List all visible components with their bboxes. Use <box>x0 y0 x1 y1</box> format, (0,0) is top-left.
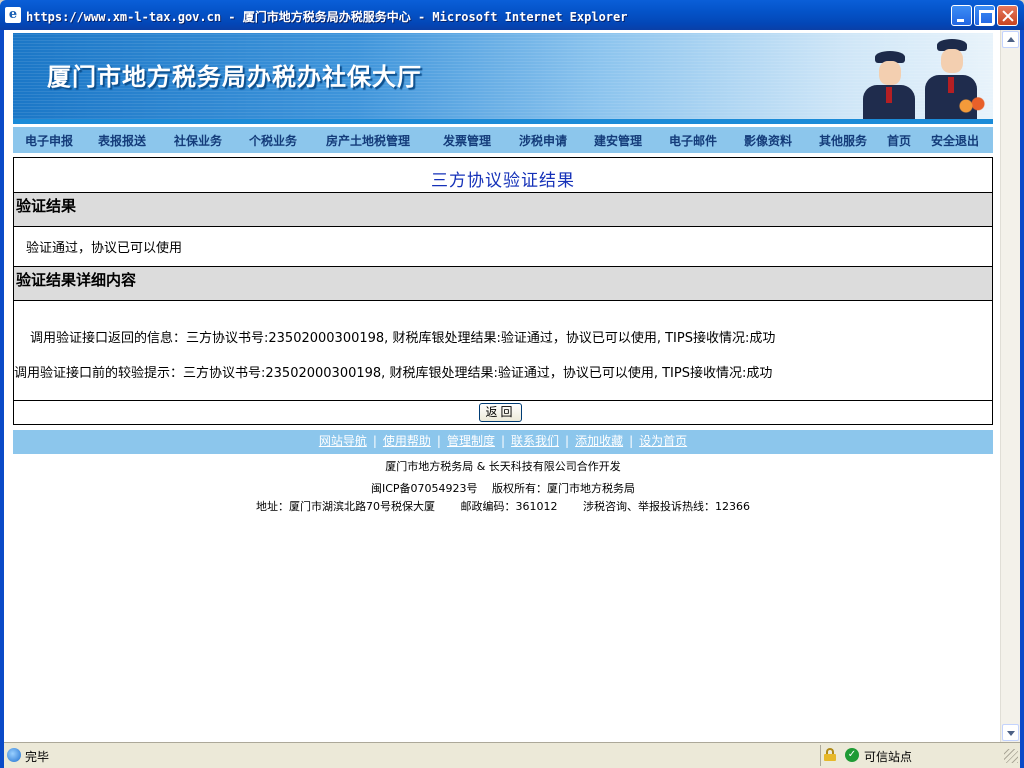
window-titlebar[interactable]: e https://www.xm-l-tax.gov.cn - 厦门市地方税务局… <box>0 0 1024 30</box>
site-title: 厦门市地方税务局办税办社保大厅 <box>47 63 422 91</box>
nav-item-construction[interactable]: 建安管理 <box>594 132 642 149</box>
nav-item-property-land-tax[interactable]: 房产土地税管理 <box>326 132 410 149</box>
back-button[interactable]: 返回 <box>479 403 522 422</box>
scroll-down-icon[interactable] <box>1002 724 1019 741</box>
main-nav: 电子申报 表报报送 社保业务 个税业务 房产土地税管理 发票管理 涉税申请 建安… <box>13 127 993 153</box>
nav-item-e-declaration[interactable]: 电子申报 <box>25 132 73 149</box>
title-row: 三方协议验证结果 <box>14 158 992 193</box>
page-status-icon <box>7 748 21 762</box>
footer-link-favorite[interactable]: 添加收藏 <box>575 434 623 448</box>
nav-item-social-security[interactable]: 社保业务 <box>174 132 222 149</box>
footer-developer: 厦门市地方税务局 & 长天科技有限公司合作开发 <box>385 460 621 473</box>
section-header-row: 验证结果 <box>14 193 992 227</box>
page-title: 三方协议验证结果 <box>431 171 575 191</box>
footer-separator: | <box>500 434 506 448</box>
section-heading-result: 验证结果 <box>16 197 77 215</box>
status-bar: 完毕 ✓ 可信站点 <box>4 742 1020 768</box>
close-button[interactable] <box>997 5 1018 26</box>
site-banner: 厦门市地方税务局办税办社保大厅 <box>13 33 993 119</box>
trusted-site-icon: ✓ <box>845 748 859 762</box>
button-row: 返回 <box>14 401 992 424</box>
section-header-row: 验证结果详细内容 <box>14 267 992 301</box>
detail-line-returned: 调用验证接口返回的信息：三方协议书号:23502000300198, 财税库银处… <box>30 331 776 346</box>
nav-item-report-submit[interactable]: 表报报送 <box>98 132 146 149</box>
footer-separator: | <box>372 434 377 448</box>
section-content-row: 验证通过，协议已可以使用 <box>14 227 992 267</box>
footer-link-site-nav[interactable]: 网站导航 <box>319 434 367 448</box>
detail-line-precheck: 调用验证接口前的较验提示：三方协议书号:23502000300198, 财税库银… <box>14 366 773 381</box>
footer-link-set-home[interactable]: 设为首页 <box>639 434 687 448</box>
flowers-decoration <box>957 95 987 117</box>
nav-item-image-data[interactable]: 影像资料 <box>744 132 792 149</box>
footer-links-bar: 网站导航 | 使用帮助 | 管理制度 | 联系我们 | 添加收藏 | 设为首页 <box>13 430 993 454</box>
window-frame-right <box>1020 30 1024 768</box>
footer-link-help[interactable]: 使用帮助 <box>383 434 431 448</box>
status-text: 完毕 <box>25 750 50 764</box>
nav-item-invoice[interactable]: 发票管理 <box>443 132 491 149</box>
footer-copyright: 闽ICP备07054923号 版权所有：厦门市地方税务局 <box>370 482 636 495</box>
footer-link-rules[interactable]: 管理制度 <box>447 434 495 448</box>
nav-item-home[interactable]: 首页 <box>887 132 911 149</box>
status-panel-divider <box>820 745 821 766</box>
footer-separator: | <box>565 434 570 448</box>
nav-item-other-services[interactable]: 其他服务 <box>819 132 867 149</box>
footer-separator: | <box>629 434 634 448</box>
minimize-button[interactable] <box>951 5 972 26</box>
section-heading-detail: 验证结果详细内容 <box>16 271 137 289</box>
nav-item-tax-application[interactable]: 涉税申请 <box>519 132 567 149</box>
maximize-button[interactable] <box>974 5 995 26</box>
nav-item-personal-tax[interactable]: 个税业务 <box>249 132 297 149</box>
nav-item-email[interactable]: 电子邮件 <box>669 132 717 149</box>
banner-divider <box>13 119 993 124</box>
officer-figure-female <box>859 47 919 119</box>
scroll-up-icon[interactable] <box>1002 31 1019 48</box>
browser-viewport: 厦门市地方税务局办税办社保大厅 电子申报 表报报送 社保业务 个税业务 房产土地… <box>4 30 1000 742</box>
footer-link-contact[interactable]: 联系我们 <box>511 434 559 448</box>
lock-icon[interactable] <box>824 748 836 761</box>
resize-grip-icon[interactable] <box>1004 749 1018 763</box>
window-title: https://www.xm-l-tax.gov.cn - 厦门市地方税务局办税… <box>26 10 628 24</box>
ie-page-icon[interactable]: e <box>5 7 21 23</box>
section-content-row: 调用验证接口返回的信息：三方协议书号:23502000300198, 财税库银处… <box>14 301 992 401</box>
nav-item-logout[interactable]: 安全退出 <box>931 132 979 149</box>
result-text: 验证通过，协议已可以使用 <box>26 241 183 256</box>
security-zone-text[interactable]: 可信站点 <box>864 748 912 765</box>
footer-separator: | <box>436 434 441 448</box>
vertical-scrollbar[interactable] <box>1000 30 1020 742</box>
result-table: 三方协议验证结果 验证结果 验证通过，协议已可以使用 验证结果详细内容 调用验证… <box>13 157 993 425</box>
footer-address: 地址：厦门市湖滨北路70号税保大厦 邮政编码：361012 涉税咨询、举报投诉热… <box>256 500 750 513</box>
